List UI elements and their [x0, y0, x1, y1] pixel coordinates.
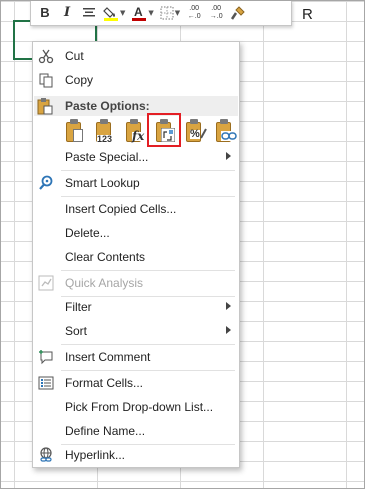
- menu-item-label: Format Cells...: [65, 376, 144, 390]
- paste-link-icon[interactable]: [213, 118, 239, 146]
- smart-lookup-icon: [37, 174, 55, 192]
- menu-item-smart-lookup[interactable]: Smart Lookup: [33, 171, 239, 195]
- submenu-arrow-icon: [226, 152, 231, 160]
- menu-item-sort[interactable]: Sort: [33, 319, 239, 343]
- menu-item-label: Sort: [65, 324, 88, 338]
- paste-icon[interactable]: [63, 118, 89, 146]
- paste-icon: [37, 97, 53, 118]
- menu-item-label: Paste Special...: [65, 150, 149, 164]
- italic-button[interactable]: I: [57, 3, 77, 23]
- menu-item-format-cells[interactable]: Format Cells...: [33, 371, 239, 395]
- decrease-decimal-line1: .00: [211, 4, 222, 12]
- format-painter-icon[interactable]: [228, 3, 248, 23]
- fill-color-button[interactable]: ▼: [101, 3, 127, 23]
- menu-item-label: Insert Copied Cells...: [65, 202, 177, 216]
- menu-item-insert-comment[interactable]: Insert Comment: [33, 345, 239, 369]
- mini-toolbar: B I ▼ A ▼ ▼ .00 ←.0 .00 →.0: [30, 0, 292, 26]
- menu-item-copy[interactable]: Copy: [33, 68, 239, 92]
- menu-item-label: Define Name...: [65, 424, 146, 438]
- menu-item-label: Pick From Drop-down List...: [65, 400, 214, 414]
- paste-options-header: Paste Options:: [34, 96, 238, 116]
- increase-decimal-line1: .00: [189, 4, 200, 12]
- menu-item-paste-special[interactable]: Paste Special...: [33, 145, 239, 169]
- menu-item-label: Hyperlink...: [65, 448, 126, 462]
- transpose-highlight-box: [147, 113, 181, 147]
- paste-formulas-text: fx: [132, 129, 145, 143]
- scissors-icon: [37, 47, 55, 65]
- context-menu: Cut Copy Paste Options: 123 fx % Paste S…: [32, 41, 240, 468]
- menu-item-quick-analysis: Quick Analysis: [33, 271, 239, 295]
- borders-button[interactable]: ▼: [158, 3, 182, 23]
- quick-analysis-icon: [37, 274, 55, 292]
- menu-item-label: Delete...: [65, 226, 110, 240]
- svg-text:A: A: [134, 5, 143, 19]
- copy-icon: [37, 71, 55, 89]
- menu-item-label: Smart Lookup: [65, 176, 140, 190]
- menu-item-filter[interactable]: Filter: [33, 295, 239, 319]
- menu-item-label: Cut: [65, 49, 84, 63]
- menu-item-label: Insert Comment: [65, 350, 151, 364]
- menu-item-clear-contents[interactable]: Clear Contents: [33, 245, 239, 269]
- font-color-button[interactable]: A ▼: [129, 3, 155, 23]
- paste-formatting-icon[interactable]: %: [183, 118, 209, 146]
- menu-item-label: Copy: [65, 73, 94, 87]
- format-cells-icon: [37, 374, 55, 392]
- menu-item-insert-copied-cells[interactable]: Insert Copied Cells...: [33, 197, 239, 221]
- decrease-decimal-button[interactable]: .00 →.0: [206, 3, 226, 23]
- menu-item-delete[interactable]: Delete...: [33, 221, 239, 245]
- menu-item-define-name[interactable]: Define Name...: [33, 419, 239, 443]
- paste-options-label: Paste Options:: [65, 99, 150, 113]
- paste-values-text: 123: [97, 134, 113, 144]
- submenu-arrow-icon: [226, 326, 231, 334]
- bold-button[interactable]: B: [35, 3, 55, 23]
- align-center-icon[interactable]: [79, 3, 99, 23]
- column-header-r[interactable]: R: [302, 6, 313, 23]
- paste-formulas-icon[interactable]: fx: [123, 118, 149, 146]
- comment-icon: [37, 348, 55, 366]
- increase-decimal-line2: ←.0: [187, 12, 201, 20]
- decrease-decimal-line2: →.0: [209, 12, 223, 20]
- submenu-arrow-icon: [226, 302, 231, 310]
- menu-item-hyperlink[interactable]: Hyperlink...: [33, 443, 239, 467]
- menu-item-label: Filter: [65, 300, 92, 314]
- hyperlink-icon: [37, 446, 55, 464]
- increase-decimal-button[interactable]: .00 ←.0: [184, 3, 204, 23]
- menu-item-pick-from-dropdown[interactable]: Pick From Drop-down List...: [33, 395, 239, 419]
- menu-item-label: Clear Contents: [65, 250, 146, 264]
- menu-item-cut[interactable]: Cut: [33, 44, 239, 68]
- paste-values-icon[interactable]: 123: [93, 118, 119, 146]
- menu-item-label: Quick Analysis: [65, 276, 144, 290]
